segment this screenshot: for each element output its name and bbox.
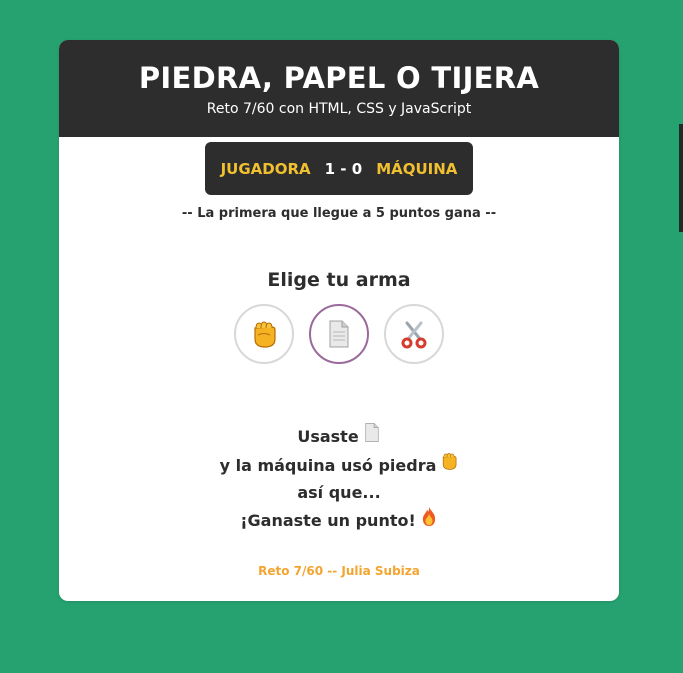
choose-weapon-heading: Elige tu arma <box>267 269 411 291</box>
weapon-options <box>234 304 444 364</box>
result-message: Usaste y la máquina usó piedra así que..… <box>59 422 619 535</box>
result-line-machine: y la máquina usó piedra <box>59 451 619 479</box>
game-rule: -- La primera que llegue a 5 puntos gana… <box>181 206 497 221</box>
result-line-outcome: ¡Ganaste un punto! <box>59 506 619 535</box>
paper-button[interactable] <box>309 304 369 364</box>
score: 1 - 0 <box>324 159 363 178</box>
scissors-icon <box>399 319 429 349</box>
page-subtitle: Reto 7/60 con HTML, CSS y JavaScript <box>206 101 472 117</box>
result-line-used: Usaste <box>59 422 619 451</box>
rock-button[interactable] <box>234 304 294 364</box>
scoreboard: JUGADORA 1 - 0 MÁQUINA <box>205 142 473 195</box>
scissors-button[interactable] <box>384 304 444 364</box>
fire-icon <box>420 506 438 535</box>
player-label: JUGADORA <box>220 159 311 178</box>
machine-label: MÁQUINA <box>376 159 458 178</box>
therefore-text: así que... <box>297 483 381 502</box>
header: PIEDRA, PAPEL O TIJERA Reto 7/60 con HTM… <box>59 40 619 137</box>
footer-credit: Reto 7/60 -- Julia Subiza <box>258 564 420 578</box>
result-line-therefore: así que... <box>59 479 619 506</box>
machine-used-text: y la máquina usó piedra <box>219 455 437 475</box>
fist-icon <box>440 451 458 479</box>
fist-icon <box>250 319 278 349</box>
outcome-text: ¡Ganaste un punto! <box>240 511 416 530</box>
game-card: PIEDRA, PAPEL O TIJERA Reto 7/60 con HTM… <box>59 40 619 601</box>
page-title: PIEDRA, PAPEL O TIJERA <box>138 61 540 95</box>
paper-icon <box>327 319 351 349</box>
scrollbar[interactable] <box>679 124 683 232</box>
used-text: Usaste <box>297 427 359 446</box>
paper-icon <box>363 422 381 451</box>
